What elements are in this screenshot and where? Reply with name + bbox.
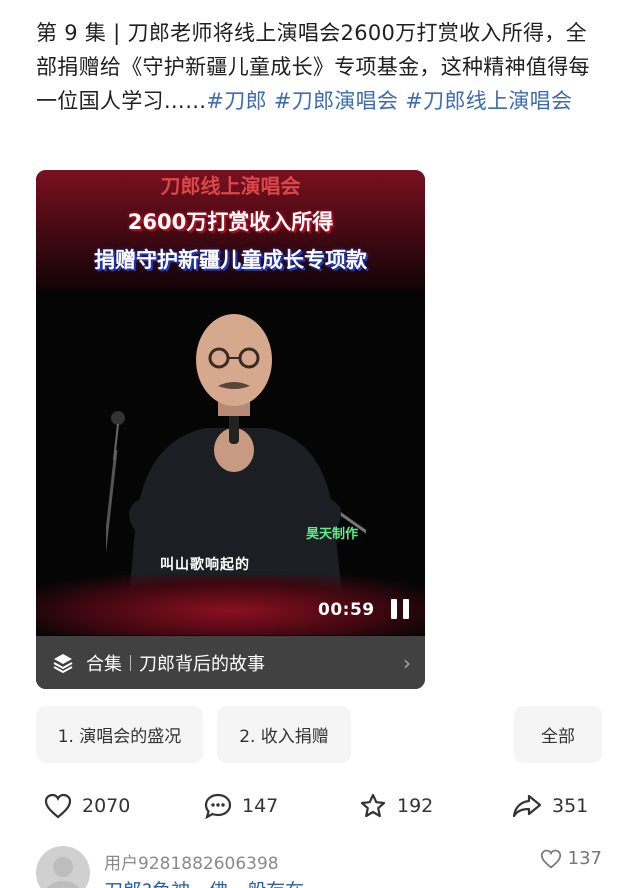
star-icon bbox=[360, 793, 386, 818]
episode-chip[interactable]: 2. 收入捐赠 bbox=[217, 706, 351, 763]
layers-icon bbox=[53, 653, 73, 673]
share-count: 351 bbox=[552, 795, 589, 817]
comment-icon bbox=[204, 793, 232, 819]
collection-title: 刀郎背后的故事 bbox=[139, 653, 265, 675]
collection-bar[interactable]: 合集 刀郎背后的故事 › bbox=[36, 636, 425, 689]
like-button[interactable]: 2070 bbox=[44, 786, 130, 826]
share-button[interactable]: 351 bbox=[512, 786, 588, 826]
comment-count: 147 bbox=[242, 795, 279, 817]
comment-username[interactable]: 用户9281882606398 bbox=[104, 849, 279, 874]
action-bar: 2070 147 192 351 bbox=[36, 786, 602, 826]
avatar[interactable] bbox=[36, 846, 90, 888]
comment-item: 用户9281882606398 刀郎?鱼神，佛一般存在 137 bbox=[36, 846, 602, 888]
video-lyric-subtitle: 叫山歌响起的 bbox=[160, 557, 250, 573]
like-count: 2070 bbox=[82, 795, 131, 817]
post-description: 第 9 集 | 刀郎老师将线上演唱会2600万打赏收入所得，全部捐赠给《守护新疆… bbox=[36, 16, 606, 118]
heart-icon bbox=[44, 793, 72, 819]
user-avatar-icon bbox=[47, 857, 79, 888]
collection-divider bbox=[130, 654, 131, 671]
comment-like-count: 137 bbox=[567, 848, 602, 869]
favorite-button[interactable]: 192 bbox=[359, 786, 433, 826]
hashtag-link[interactable]: #刀郎 bbox=[206, 89, 267, 113]
comment-text: 刀郎?鱼神，佛一般存在 bbox=[104, 876, 304, 888]
video-caption-income: 2600万打赏收入所得 bbox=[127, 210, 334, 234]
chevron-right-icon: › bbox=[403, 650, 411, 675]
favorite-count: 192 bbox=[397, 795, 434, 817]
video-watermark: 昊天制作 bbox=[306, 527, 359, 542]
collection-label: 合集 bbox=[86, 653, 122, 675]
heart-icon bbox=[540, 849, 561, 869]
pause-icon[interactable] bbox=[389, 599, 411, 619]
video-player[interactable]: 刀郎线上演唱会 2600万打赏收入所得 捐赠守护新疆儿童成长专项款 昊天制作 叫… bbox=[36, 170, 425, 689]
hashtag-link[interactable]: #刀郎演唱会 bbox=[274, 89, 398, 113]
video-timestamp: 00:59 bbox=[318, 600, 375, 620]
episode-chip[interactable]: 1. 演唱会的盛况 bbox=[36, 706, 203, 763]
all-episodes-button[interactable]: 全部 bbox=[514, 706, 602, 763]
video-caption-donation: 捐赠守护新疆儿童成长专项款 bbox=[94, 248, 367, 272]
comment-like-button[interactable]: 137 bbox=[540, 848, 602, 869]
video-caption-title: 刀郎线上演唱会 bbox=[160, 174, 301, 198]
comment-button[interactable]: 147 bbox=[204, 786, 278, 826]
episode-chips: 1. 演唱会的盛况 2. 收入捐赠 全部 bbox=[36, 706, 602, 763]
share-arrow-icon bbox=[512, 794, 542, 818]
hashtag-link[interactable]: #刀郎线上演唱会 bbox=[405, 89, 572, 113]
